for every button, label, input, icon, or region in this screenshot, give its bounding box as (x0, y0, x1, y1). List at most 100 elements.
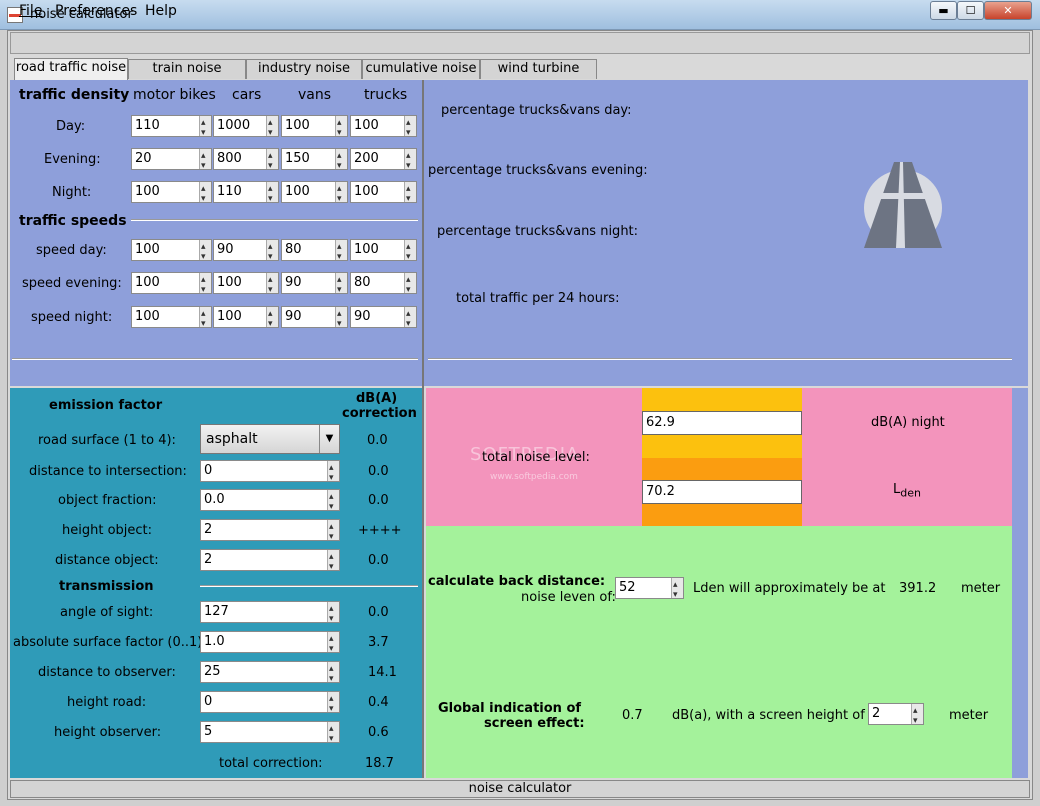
screen-height-input[interactable]: 2 (868, 701, 924, 731)
distance-observer-correction: 14.1 (368, 665, 397, 680)
speed-day-cars[interactable]: 90 (213, 237, 279, 267)
back-distance-unit: meter (961, 581, 1001, 596)
total-correction-value: 18.7 (365, 756, 394, 771)
distance-object-input[interactable]: 2 (200, 547, 340, 577)
height-road-input[interactable]: 0 (200, 689, 340, 719)
height-observer-input[interactable]: 5 (200, 719, 340, 749)
distance-observer-label: distance to observer: (38, 665, 176, 680)
density-day-motorbikes[interactable]: 110 (131, 113, 212, 143)
traffic-density-heading: traffic density (19, 87, 130, 103)
road-surface-label: road surface (1 to 4): (38, 433, 176, 448)
speed-night-trucks[interactable]: 90 (350, 304, 417, 334)
speed-evening-trucks[interactable]: 80 (350, 270, 417, 300)
tab-cumulative-noise[interactable]: cumulative noise (362, 59, 480, 79)
density-evening-cars[interactable]: 800 (213, 146, 279, 176)
maximize-button[interactable]: ☐ (957, 1, 984, 20)
speed-day-vans[interactable]: 80 (281, 237, 348, 267)
col-trucks: trucks (364, 87, 408, 103)
road-surface-select[interactable]: asphalt ▼ (200, 424, 340, 454)
tab-industry-noise[interactable]: industry noise (246, 59, 362, 79)
density-day-trucks[interactable]: 100 (350, 113, 417, 143)
height-road-correction: 0.4 (368, 695, 389, 710)
noise-leven-input[interactable]: 52 (615, 575, 684, 605)
distance-observer-input[interactable]: 25 (200, 659, 340, 689)
height-road-label: height road: (67, 695, 147, 710)
transmission-heading: transmission (59, 579, 154, 594)
lden-approx-text: Lden will approximately be at (693, 581, 886, 596)
divider (428, 358, 1012, 360)
speed-day-trucks[interactable]: 100 (350, 237, 417, 267)
row-label-day: Day: (56, 119, 86, 134)
density-day-vans[interactable]: 100 (281, 113, 348, 143)
minimize-button[interactable]: ▬ (930, 1, 957, 20)
total-correction-label: total correction: (219, 756, 323, 771)
speed-day-motorbikes[interactable]: 100 (131, 237, 212, 267)
correction-heading: correction (342, 406, 417, 421)
speed-evening-motorbikes[interactable]: 100 (131, 270, 212, 300)
back-distance-panel (426, 526, 1012, 778)
traffic-speeds-heading: traffic speeds (19, 213, 127, 229)
row-label-night: Night: (52, 185, 92, 200)
speed-evening-cars[interactable]: 100 (213, 270, 279, 300)
screen-height-unit: meter (949, 708, 989, 723)
object-fraction-input[interactable]: 0.0 (200, 487, 340, 517)
menu-bar (10, 32, 1030, 54)
pct-trucks-vans-day-label: percentage trucks&vans day: (441, 103, 632, 118)
surface-factor-label: absolute surface factor (0..1) (13, 635, 203, 650)
row-label-speed-night: speed night: (31, 310, 113, 325)
distance-object-label: distance object: (55, 553, 159, 568)
density-night-cars[interactable]: 110 (213, 179, 279, 209)
speed-night-cars[interactable]: 100 (213, 304, 279, 334)
density-evening-motorbikes[interactable]: 20 (131, 146, 212, 176)
divider (200, 585, 418, 587)
angle-of-sight-label: angle of sight: (60, 605, 154, 620)
density-day-cars[interactable]: 1000 (213, 113, 279, 143)
tab-wind-turbine[interactable]: wind turbine (480, 59, 597, 79)
menu-preferences[interactable]: Preferences (55, 3, 137, 19)
pct-trucks-vans-night-label: percentage trucks&vans night: (437, 224, 639, 239)
row-label-evening: Evening: (44, 152, 101, 167)
dba-heading: dB(A) (356, 391, 398, 406)
close-button[interactable]: ✕ (984, 1, 1032, 20)
speed-evening-vans[interactable]: 90 (281, 270, 348, 300)
road-sign-icon (862, 160, 944, 248)
height-object-label: height object: (62, 523, 153, 538)
chevron-down-icon: ▼ (319, 425, 339, 453)
menu-help[interactable]: Help (145, 3, 177, 19)
distance-intersection-input[interactable]: 0 (200, 458, 340, 488)
height-object-input[interactable]: 2 (200, 517, 340, 547)
density-evening-vans[interactable]: 150 (281, 146, 348, 176)
row-label-speed-evening: speed evening: (22, 276, 122, 291)
density-night-vans[interactable]: 100 (281, 179, 348, 209)
object-fraction-label: object fraction: (58, 493, 157, 508)
distance-object-correction: 0.0 (368, 553, 389, 568)
back-distance-label: calculate back distance: (428, 574, 606, 589)
col-cars: cars (232, 87, 262, 103)
density-night-trucks[interactable]: 100 (350, 179, 417, 209)
noise-night-unit: dB(A) night (871, 415, 945, 430)
density-night-motorbikes[interactable]: 100 (131, 179, 212, 209)
back-distance-result: 391.2 (899, 581, 937, 596)
surface-factor-correction: 3.7 (368, 635, 389, 650)
road-surface-correction: 0.0 (367, 433, 388, 448)
speed-night-vans[interactable]: 90 (281, 304, 348, 334)
density-evening-trucks[interactable]: 200 (350, 146, 417, 176)
angle-of-sight-input[interactable]: 127 (200, 599, 340, 629)
side-strip (1012, 388, 1028, 778)
surface-factor-input[interactable]: 1.0 (200, 629, 340, 659)
softpedia-watermark-url: www.softpedia.com (490, 472, 578, 482)
tab-road-traffic-noise[interactable]: road traffic noise (14, 58, 128, 80)
screen-effect-label-2: screen effect: (484, 716, 585, 731)
screen-effect-label-1: Global indication of (438, 701, 582, 716)
menu-file[interactable]: File (19, 3, 42, 19)
height-observer-label: height observer: (54, 725, 162, 740)
noise-night-field[interactable]: 62.9 (642, 411, 802, 435)
screen-effect-text: dB(a), with a screen height of (672, 708, 865, 723)
tab-train-noise[interactable]: train noise (128, 59, 246, 79)
height-object-correction: ++++ (358, 523, 402, 538)
distance-intersection-label: distance to intersection: (29, 464, 187, 479)
row-label-speed-day: speed day: (36, 243, 107, 258)
speed-night-motorbikes[interactable]: 100 (131, 304, 212, 334)
noise-lden-field[interactable]: 70.2 (642, 480, 802, 504)
col-motor-bikes: motor bikes (133, 87, 216, 103)
